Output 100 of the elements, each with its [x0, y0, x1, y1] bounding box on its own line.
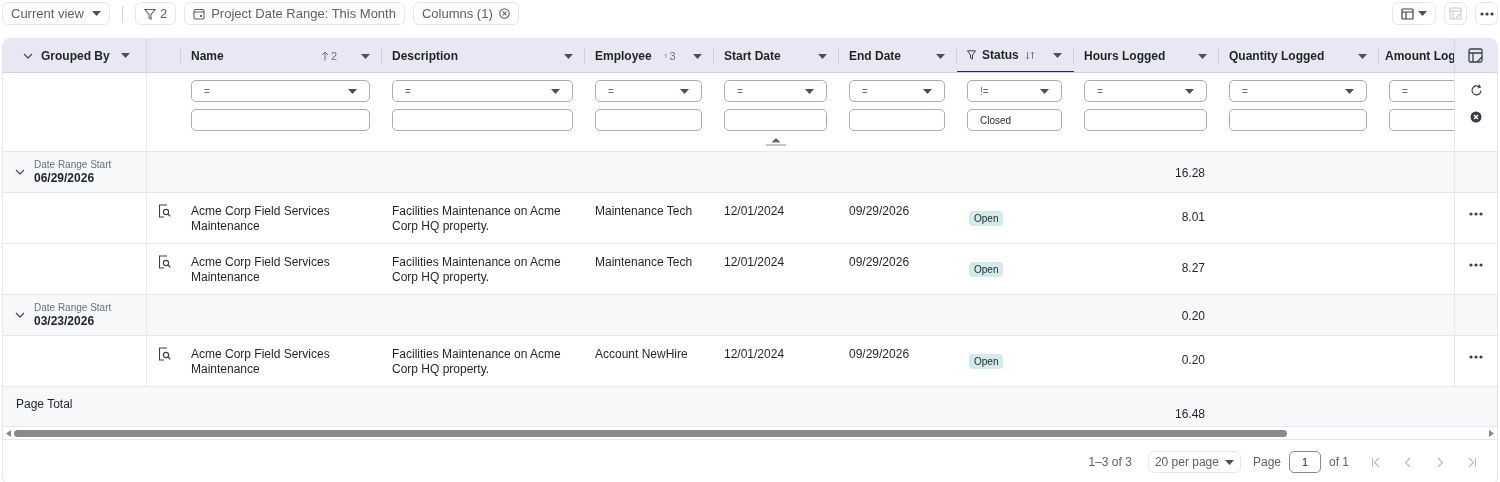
filter-input[interactable] — [392, 109, 573, 131]
operator-select[interactable]: = — [1084, 80, 1207, 102]
column-title: Employee — [595, 48, 652, 65]
operator-select[interactable]: = — [724, 80, 827, 102]
caret-icon — [1418, 11, 1427, 16]
column-header[interactable]: Status — [957, 39, 1074, 72]
scroll-left-icon[interactable] — [6, 429, 11, 437]
table-icon — [1401, 7, 1414, 20]
caret-icon — [680, 88, 689, 94]
column-settings-icon[interactable] — [1468, 47, 1484, 64]
table-cell-text: Acme Corp Field Services Maintenance — [191, 347, 331, 377]
preview-icon[interactable] — [157, 204, 171, 218]
operator-select[interactable]: = — [392, 80, 573, 102]
sort-up-icon — [320, 51, 329, 61]
filter-input[interactable] — [724, 109, 827, 131]
filter-input[interactable] — [1229, 109, 1367, 131]
clear-icon[interactable] — [498, 8, 510, 19]
layout-button[interactable] — [1392, 2, 1436, 25]
table-cell-text: 09/29/2026 — [849, 347, 911, 362]
operator-select[interactable]: = — [191, 80, 370, 102]
filter-count: 2 — [159, 4, 168, 23]
horizontal-scrollbar[interactable] — [3, 427, 1497, 439]
calendar-icon — [193, 7, 206, 20]
caret-icon — [923, 88, 932, 94]
table-cell-text: Facilities Maintenance on Acme Corp HQ property. — [392, 255, 562, 285]
scrollbar-thumb[interactable] — [14, 429, 1287, 437]
column-header[interactable]: End Date — [839, 39, 957, 72]
table-cell-text: 12/01/2024 — [724, 347, 786, 362]
per-page-select[interactable]: 20 per page — [1147, 451, 1241, 473]
filter-input[interactable] — [849, 109, 945, 131]
filter-input[interactable]: Closed — [967, 109, 1062, 131]
column-header[interactable]: Description — [382, 39, 585, 72]
chevron-down-icon[interactable] — [15, 169, 25, 175]
page-input[interactable]: 1 — [1289, 451, 1321, 473]
row-actions-button[interactable] — [1469, 262, 1483, 268]
group-value: 03/23/2026 — [34, 314, 96, 329]
more-icon[interactable] — [1479, 11, 1494, 16]
table-cell-text: Acme Corp Field Services Maintenance — [191, 255, 331, 285]
column-header[interactable]: Start Date — [714, 39, 839, 72]
collapse-handle-icon[interactable] — [764, 138, 787, 146]
filter-icon — [143, 7, 156, 20]
caret-icon — [121, 53, 130, 58]
chevron-down-icon[interactable] — [15, 312, 25, 318]
column-header[interactable]: Name 2 — [181, 39, 382, 72]
date-range-chip[interactable]: Project Date Range: This Month — [184, 2, 405, 25]
column-header[interactable]: Hours Logged — [1074, 39, 1219, 72]
operator-select[interactable]: = — [849, 80, 945, 102]
chevron-down-icon[interactable] — [23, 52, 33, 59]
caret-icon — [1198, 53, 1207, 59]
filter-input[interactable] — [595, 109, 702, 131]
caret-icon — [91, 11, 101, 16]
caret-icon — [805, 88, 814, 94]
caret-icon — [1224, 459, 1234, 465]
preview-icon[interactable] — [157, 347, 171, 361]
operator-select[interactable]: = — [1229, 80, 1367, 102]
filter-input[interactable] — [191, 109, 370, 131]
table-cell-text: Facilities Maintenance on Acme Corp HQ property. — [392, 204, 562, 234]
sort-rank: 3 — [669, 48, 676, 64]
column-title: End Date — [849, 48, 901, 65]
operator-select[interactable]: != — [967, 80, 1062, 102]
filter-icon — [967, 50, 976, 60]
caret-icon — [1040, 88, 1049, 94]
refresh-icon[interactable] — [1469, 84, 1483, 97]
clear-filters-icon[interactable] — [1470, 111, 1482, 123]
status-badge: Open — [969, 354, 1004, 369]
column-title: Description — [392, 48, 458, 65]
group-total: 16.28 — [1174, 164, 1205, 182]
page-label: Page — [1252, 454, 1281, 471]
column-header[interactable]: Quantity Logged — [1219, 39, 1379, 72]
column-title: Hours Logged — [1084, 48, 1166, 65]
page-count: of 1 — [1329, 454, 1349, 471]
operator-select[interactable]: = — [595, 80, 702, 102]
row-actions-button[interactable] — [1469, 354, 1483, 360]
preview-icon[interactable] — [157, 255, 171, 269]
sort-rank: 2 — [330, 48, 337, 64]
column-header[interactable]: Grouped By — [41, 46, 113, 65]
group-total: 0.20 — [1181, 307, 1205, 325]
column-header[interactable]: Employee 3 — [585, 39, 714, 72]
filter-input[interactable] — [1389, 109, 1454, 131]
filter-input[interactable] — [1084, 109, 1207, 131]
filter-button[interactable]: 2 — [134, 2, 177, 25]
column-title: Quantity Logged — [1229, 48, 1325, 65]
caret-icon — [693, 53, 702, 59]
scroll-right-icon[interactable] — [1489, 429, 1494, 437]
more-button[interactable] — [1475, 2, 1498, 25]
caret-icon — [1185, 88, 1194, 94]
view-button[interactable]: Current view — [2, 2, 110, 25]
operator-select[interactable]: = — [1389, 80, 1454, 102]
columns-chip[interactable]: Columns (1) — [412, 2, 519, 25]
table-cell-text: 12/01/2024 — [724, 204, 786, 219]
column-title: Start Date — [724, 48, 781, 65]
caret-icon — [818, 53, 827, 59]
sort-icon — [1024, 50, 1035, 60]
caret-icon — [1345, 88, 1354, 94]
table-cell: 0.20 — [1181, 353, 1205, 367]
column-header[interactable]: Amount Log — [1379, 39, 1454, 72]
table-cell-text: Facilities Maintenance on Acme Corp HQ property. — [392, 347, 562, 377]
row-actions-button[interactable] — [1469, 211, 1483, 217]
columns-label: Columns (1) — [421, 4, 493, 23]
caret-icon — [936, 53, 945, 59]
